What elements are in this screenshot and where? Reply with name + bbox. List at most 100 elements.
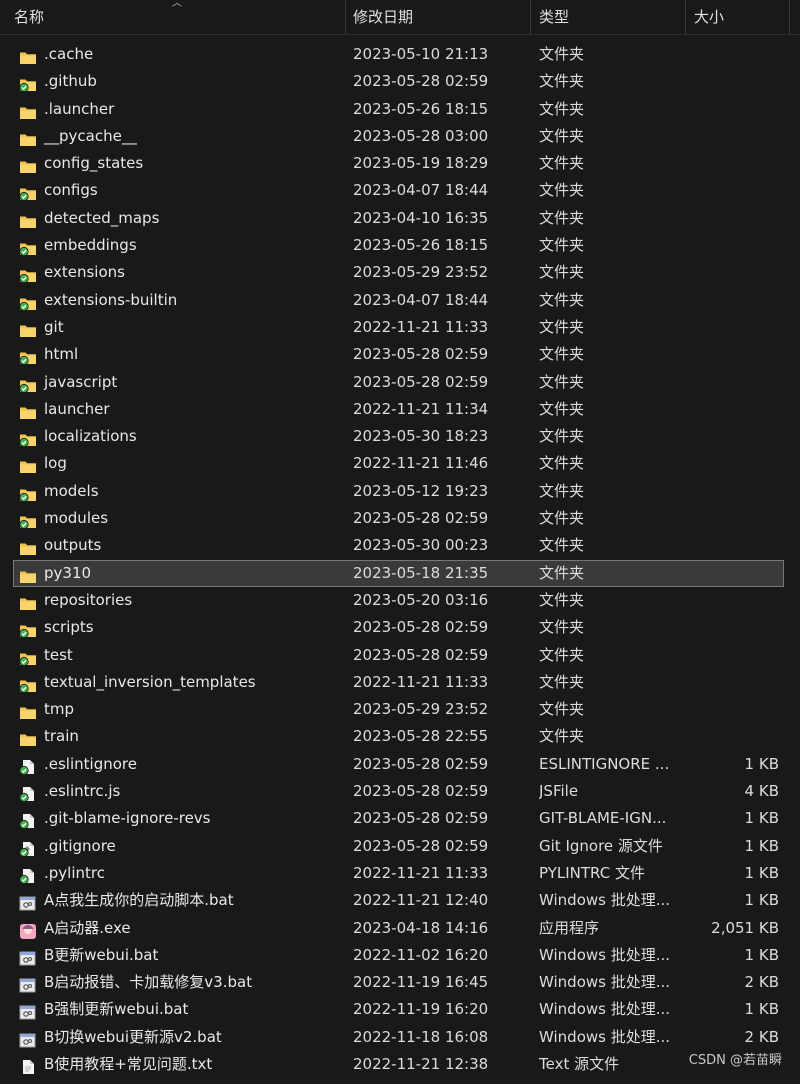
file-row[interactable]: B更新webui.bat 2022-11-02 16:20 Windows 批处理.… — [0, 942, 800, 969]
file-row[interactable]: log 2022-11-21 11:46 文件夹 — [0, 450, 800, 477]
file-name: outputs — [44, 536, 102, 555]
file-row[interactable]: .gitignore 2023-05-28 02:59 Git Ignore 源文件… — [0, 833, 800, 860]
file-row[interactable]: modules 2023-05-28 02:59 文件夹 — [0, 505, 800, 532]
file-row-selected[interactable]: py310 2023-05-18 21:35 文件夹 — [13, 559, 784, 587]
file-date: 2023-05-26 18:15 — [353, 236, 489, 255]
file-type: 文件夹 — [539, 645, 585, 664]
file-row[interactable]: extensions-builtin 2023-04-07 18:44 文件夹 — [0, 287, 800, 314]
column-divider[interactable] — [789, 0, 790, 34]
file-type: Windows 批处理... — [539, 891, 671, 910]
file-name: configs — [44, 181, 98, 200]
column-header-date[interactable]: 修改日期 — [347, 0, 530, 34]
file-row[interactable]: A点我生成你的启动脚本.bat 2022-11-21 12:40 Windows 批… — [0, 887, 800, 914]
file-type: Windows 批处理... — [539, 973, 671, 992]
file-row[interactable]: B切换webui更新源v2.bat 2022-11-18 16:08 Windows… — [0, 1024, 800, 1051]
file-date: 2023-05-10 21:13 — [353, 45, 489, 63]
file-row[interactable]: tmp 2023-05-29 23:52 文件夹 — [0, 696, 800, 723]
file-row[interactable]: repositories 2023-05-20 03:16 文件夹 — [0, 587, 800, 614]
file-row[interactable]: .github 2023-05-28 02:59 文件夹 — [0, 68, 800, 95]
folder-icon — [19, 320, 37, 337]
file-row[interactable]: .eslintrc.js 2023-05-28 02:59 JSFile 4 KB — [0, 778, 800, 805]
file-row[interactable]: config_states 2023-05-19 18:29 文件夹 — [0, 150, 800, 177]
column-header-type[interactable]: 类型 — [533, 0, 685, 34]
folder-icon — [19, 47, 37, 64]
file-size: 1 KB — [744, 863, 779, 882]
file-row[interactable]: scripts 2023-05-28 02:59 文件夹 — [0, 614, 800, 641]
folder-synced-icon — [19, 511, 37, 530]
file-type: ESLINTIGNORE ... — [539, 754, 670, 773]
column-divider[interactable] — [530, 0, 531, 34]
folder-icon — [19, 402, 37, 419]
file-row[interactable]: .eslintignore 2023-05-28 02:59 ESLINTIGNOR… — [0, 751, 800, 778]
file-row[interactable]: textual_inversion_templates 2022-11-21 11… — [0, 669, 800, 696]
file-synced-icon — [19, 784, 37, 803]
file-row[interactable]: launcher 2022-11-21 11:34 文件夹 — [0, 396, 800, 423]
file-name: A点我生成你的启动脚本.bat — [44, 891, 234, 910]
file-name: py310 — [44, 563, 92, 582]
file-row[interactable]: A启动器.exe 2023-04-18 14:16 应用程序 2,051 KB — [0, 915, 800, 942]
file-name: .eslintrc.js — [44, 782, 121, 801]
folder-icon — [19, 129, 37, 146]
file-name: B切换webui更新源v2.bat — [44, 1027, 222, 1046]
gitignore-file-icon — [19, 839, 37, 857]
file-name: javascript — [44, 372, 118, 391]
file-row[interactable]: __pycache__ 2023-05-28 03:00 文件夹 — [0, 123, 800, 150]
folder-synced-icon — [19, 675, 37, 693]
file-row[interactable]: outputs 2023-05-30 00:23 文件夹 — [0, 532, 800, 559]
file-name: B使用教程+常见问题.txt — [44, 1054, 213, 1073]
file-row[interactable]: B使用教程+常见问题.txt 2022-11-21 12:38 Text 源文件 — [0, 1051, 800, 1078]
file-row[interactable]: models 2023-05-12 19:23 文件夹 — [0, 478, 800, 505]
file-row[interactable]: .git-blame-ignore-revs 2023-05-28 02:59 GI… — [0, 805, 800, 832]
file-row[interactable]: test 2023-05-28 02:59 文件夹 — [0, 642, 800, 669]
column-header-name[interactable]: 名称 — [8, 0, 348, 34]
batch-file-icon — [19, 1030, 37, 1048]
column-divider[interactable] — [685, 0, 686, 34]
file-date: 2022-11-02 16:20 — [353, 945, 489, 964]
file-type: 文件夹 — [539, 236, 585, 255]
file-date: 2023-05-26 18:15 — [353, 99, 489, 118]
file-type: 文件夹 — [539, 154, 585, 173]
file-date: 2022-11-21 11:33 — [353, 672, 489, 691]
file-type: 文件夹 — [539, 99, 585, 118]
file-name: extensions — [44, 263, 125, 282]
file-row[interactable]: embeddings 2023-05-26 18:15 文件夹 — [0, 232, 800, 259]
file-type: 文件夹 — [539, 317, 585, 336]
file-type: Windows 批处理... — [539, 945, 671, 964]
file-date: 2023-05-20 03:16 — [353, 590, 489, 609]
folder-icon — [19, 211, 37, 228]
folder-icon — [19, 702, 37, 720]
file-row[interactable]: .cache 2023-05-10 21:13 文件夹 — [0, 41, 800, 68]
file-row[interactable]: B启动报错、卡加载修复v3.bat 2022-11-19 16:45 Windows… — [0, 969, 800, 996]
file-date: 2023-05-28 03:00 — [353, 126, 489, 145]
folder-synced-icon — [19, 375, 37, 393]
column-divider[interactable] — [345, 0, 346, 34]
file-row[interactable]: localizations 2023-05-30 18:23 文件夹 — [0, 423, 800, 450]
file-date: 2023-05-28 02:59 — [353, 372, 489, 391]
file-name: git — [44, 317, 64, 336]
file-row[interactable]: configs 2023-04-07 18:44 文件夹 — [0, 177, 800, 204]
file-row[interactable]: extensions 2023-05-29 23:52 文件夹 — [0, 259, 800, 286]
file-type: 文件夹 — [539, 454, 585, 473]
file-size: 2 KB — [744, 1027, 779, 1046]
folder-synced-icon — [19, 648, 37, 666]
file-row[interactable]: detected_maps 2023-04-10 16:35 文件夹 — [0, 205, 800, 232]
file-name: .launcher — [44, 99, 115, 118]
file-row[interactable]: train 2023-05-28 22:55 文件夹 — [0, 723, 800, 750]
file-name: modules — [44, 509, 109, 528]
file-row[interactable]: git 2022-11-21 11:33 文件夹 — [0, 314, 800, 341]
file-row[interactable]: B强制更新webui.bat 2022-11-19 16:20 Windows 批处… — [0, 996, 800, 1023]
file-date: 2022-11-19 16:20 — [353, 1000, 489, 1019]
file-name: .gitignore — [44, 836, 116, 855]
file-type: 文件夹 — [539, 45, 585, 63]
file-name: scripts — [44, 618, 94, 637]
file-row[interactable]: html 2023-05-28 02:59 文件夹 — [0, 341, 800, 368]
file-row[interactable]: javascript 2023-05-28 02:59 文件夹 — [0, 369, 800, 396]
file-name: B启动报错、卡加载修复v3.bat — [44, 973, 253, 992]
file-row[interactable]: .launcher 2023-05-26 18:15 文件夹 — [0, 96, 800, 123]
file-synced-icon — [19, 866, 37, 885]
file-name: detected_maps — [44, 208, 160, 227]
file-type: 文件夹 — [539, 399, 585, 418]
file-row[interactable]: .pylintrc 2022-11-21 11:33 PYLINTRC 文件 1 KB — [0, 860, 800, 887]
file-date: 2022-11-21 11:46 — [353, 454, 489, 473]
column-header-size[interactable]: 大小 — [688, 0, 800, 34]
